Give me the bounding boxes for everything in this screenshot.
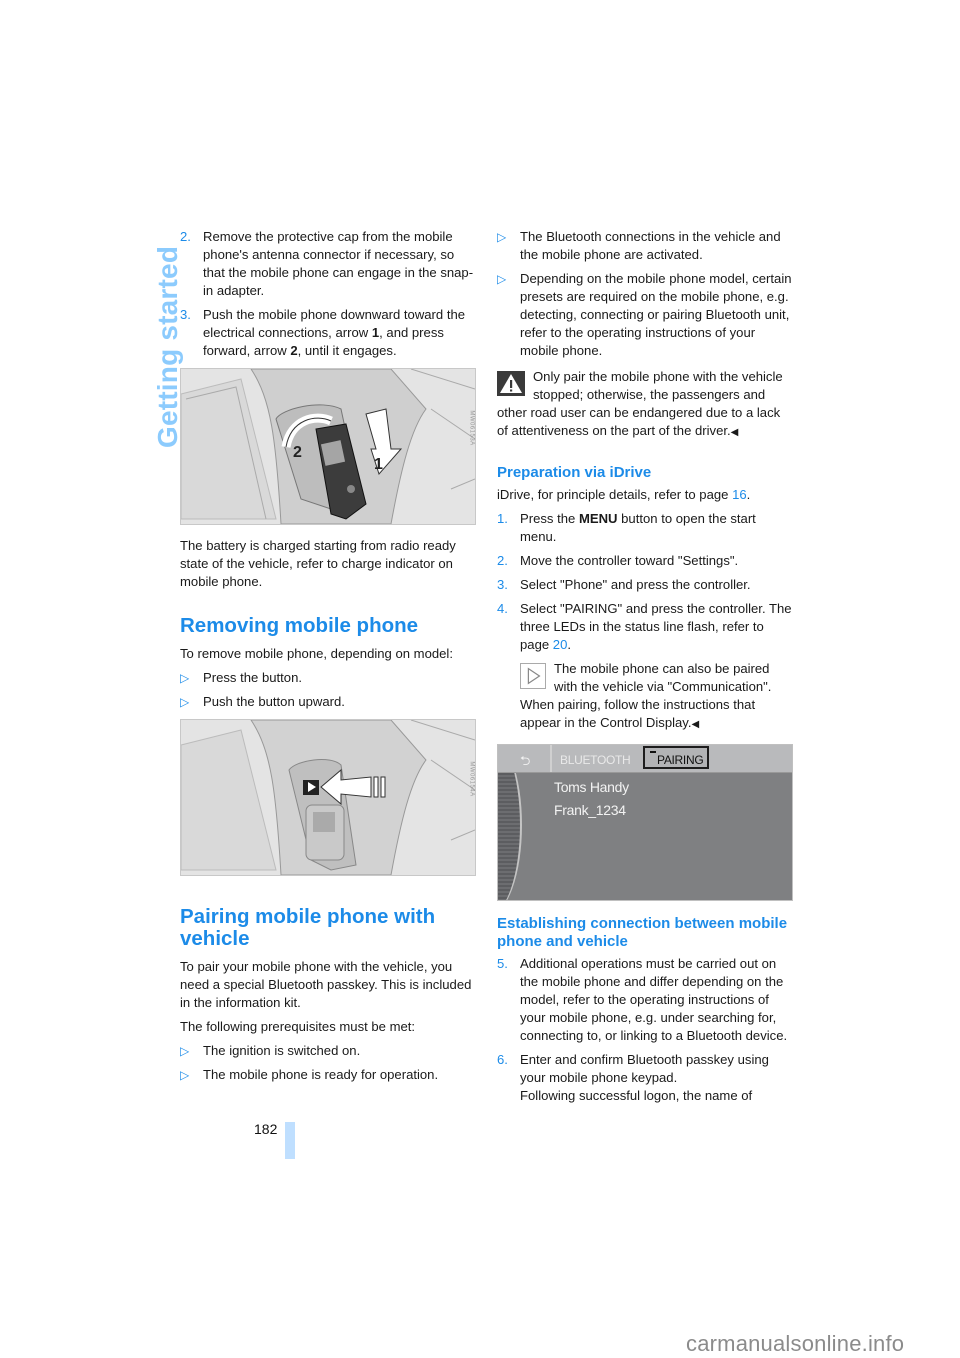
back-arrow-icon: ⮌ [520, 753, 531, 768]
note-text: The mobile phone can also be paired with… [520, 661, 772, 730]
step-number: 4. [497, 601, 508, 616]
step-text: Remove the protective cap from the mobil… [203, 229, 474, 298]
pairing-intro: To pair your mobile phone with the vehic… [180, 959, 472, 1010]
figure-insert-phone: 2 1 MW06153A [180, 368, 476, 525]
step-number: 6. [497, 1052, 508, 1067]
figure-code: MW06153A [468, 410, 475, 446]
step-item: 6. Enter and confirm Bluetooth passkey u… [497, 1051, 793, 1105]
phone-insert-illustration: 2 1 [181, 369, 475, 524]
bullet-text: The mobile phone is ready for operation. [203, 1067, 439, 1082]
section-title-vertical: Getting started [118, 132, 183, 452]
bullet-text: Push the button upward. [203, 694, 345, 709]
end-mark-icon: ◀ [730, 427, 739, 438]
step-number: 3. [497, 577, 508, 592]
step-number: 2. [497, 553, 508, 568]
step-text: , until it engages. [297, 343, 397, 358]
control-display-screenshot: ⮌ BLUETOOTH PAIRING Toms Handy Frank_123… [497, 744, 793, 901]
arrow-2-label: 2 [293, 444, 302, 461]
preparation-intro: iDrive, for principle details, refer to … [497, 486, 793, 504]
step-number: 2. [180, 229, 191, 244]
device-list-item: Toms Handy [554, 779, 629, 795]
warning-block: Only pair the mobile phone with the vehi… [497, 368, 793, 442]
phone-release-illustration [181, 720, 475, 875]
note-block: The mobile phone can also be paired with… [520, 660, 793, 734]
bullet-text: The Bluetooth connections in the vehicle… [520, 229, 781, 262]
tab-marker [650, 751, 656, 753]
arrow-ref: 2 [290, 343, 298, 358]
bullet-item: ▷ Push the button upward. [180, 693, 476, 711]
right-column: ▷ The Bluetooth connections in the vehic… [497, 228, 793, 1111]
warning-text: Only pair the mobile phone with the vehi… [497, 369, 783, 438]
heading-preparation-idrive: Preparation via iDrive [497, 464, 652, 481]
menu-button-label: MENU [578, 511, 618, 526]
bullet-triangle-icon: ▷ [180, 1044, 190, 1058]
device-list-item: Frank_1234 [554, 802, 626, 818]
step-text: Following successful logon, the name of [520, 1088, 753, 1103]
note-triangle-icon [520, 663, 546, 689]
bullet-item: ▷ Press the button. [180, 669, 476, 687]
arrow-1-label: 1 [374, 456, 383, 473]
tab-pairing-selected: PAIRING [643, 746, 709, 769]
page-number: 182 [254, 1121, 278, 1137]
bullet-item: ▷ The mobile phone is ready for operatio… [180, 1066, 476, 1084]
heading-pairing: Pairing mobile phone with vehicle [180, 905, 436, 950]
battery-paragraph: The battery is charged starting from rad… [180, 538, 456, 589]
page-link-16[interactable]: 16 [732, 487, 747, 502]
bullet-triangle-icon: ▷ [180, 695, 190, 709]
tab-separator [550, 745, 552, 772]
bullet-text: Depending on the mobile phone model, cer… [520, 271, 792, 358]
removing-intro: To remove mobile phone, depending on mod… [180, 646, 453, 661]
left-column: 2. Remove the protective cap from the mo… [180, 228, 476, 1090]
bullet-text: The ignition is switched on. [203, 1043, 361, 1058]
bullet-triangle-icon: ▷ [497, 272, 507, 286]
bullet-triangle-icon: ▷ [180, 671, 190, 685]
figure-code: MW06154A [468, 761, 475, 797]
tab-pairing-label: PAIRING [657, 753, 704, 767]
figure-remove-phone: MW06154A [180, 719, 476, 876]
step-number: 5. [497, 956, 508, 971]
step-item: 3. Push the mobile phone downward toward… [180, 306, 476, 360]
display-tab-bar: ⮌ BLUETOOTH PAIRING [498, 745, 792, 773]
step-number: 3. [180, 307, 191, 322]
heading-removing-phone: Removing mobile phone [180, 614, 419, 637]
intro-text: . [746, 487, 751, 502]
intro-text: iDrive, for principle details, refer to … [497, 487, 733, 502]
step-text: . [567, 637, 571, 652]
step-text: Press the [520, 511, 579, 526]
step-number: 1. [497, 511, 508, 526]
bullet-text: Press the button. [203, 670, 302, 685]
step-item: 5. Additional operations must be carried… [497, 955, 793, 1045]
page-link-20[interactable]: 20 [553, 637, 568, 652]
step-item: 4. Select "PAIRING" and press the contro… [497, 600, 793, 654]
prereq-intro: The following prerequisites must be met: [180, 1019, 416, 1034]
bullet-item: ▷ The Bluetooth connections in the vehic… [497, 228, 793, 264]
bullet-item: ▷ The ignition is switched on. [180, 1042, 476, 1060]
step-text: Move the controller toward "Settings". [520, 553, 739, 568]
end-mark-icon: ◀ [691, 719, 700, 730]
bullet-item: ▷ Depending on the mobile phone model, c… [497, 270, 793, 360]
step-item: 1. Press the MENU button to open the sta… [497, 510, 793, 546]
bullet-triangle-icon: ▷ [180, 1068, 190, 1082]
tab-bluetooth: BLUETOOTH [560, 753, 631, 767]
step-item: 2. Move the controller toward "Settings"… [497, 552, 793, 570]
step-text: Select "Phone" and press the controller. [520, 577, 751, 592]
step-item: 3. Select "Phone" and press the controll… [497, 576, 793, 594]
bullet-triangle-icon: ▷ [497, 230, 507, 244]
footer-watermark: carmanualsonline.info [686, 1331, 905, 1356]
step-item: 2. Remove the protective cap from the mo… [180, 228, 476, 300]
warning-triangle-icon [497, 371, 525, 396]
step-text: Additional operations must be carried ou… [520, 956, 788, 1043]
page-number-bar [285, 1122, 295, 1159]
step-text: Enter and confirm Bluetooth passkey usin… [520, 1052, 769, 1085]
heading-establishing-connection: Establishing connection between mobile p… [497, 915, 788, 950]
